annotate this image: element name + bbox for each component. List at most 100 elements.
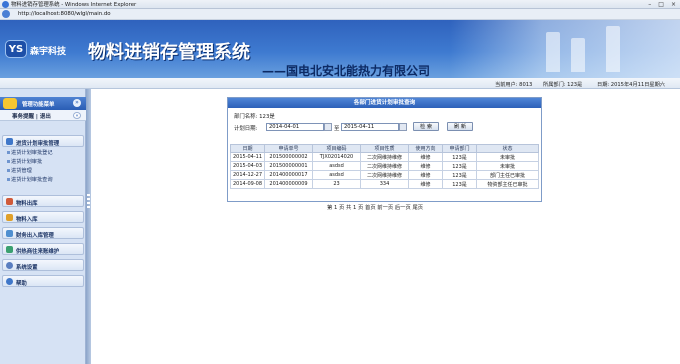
company-name: ——国电北安北能热力有限公司 [262,64,431,78]
cell-item-type: 二次网维持维修 [360,152,409,162]
cell-item-type: 二次网维持维修 [360,170,409,180]
cell-dept: 123是 [442,152,477,162]
sidebar-section-label: 进货计划审批管理 [16,141,60,147]
column-header: 使用方向 [408,144,443,153]
cell-item-code: asdsd [312,161,361,171]
dept-row: 部门名称: 123是 [234,112,275,120]
cell-status: 物资部主任已审批 [476,179,539,189]
calendar-icon[interactable] [399,123,407,131]
sidebar-item-plan-query[interactable]: 进货计划审批查询 [7,176,53,183]
menu-icon [3,98,17,109]
system-title: 物料进销存管理系统 [88,42,250,63]
window-titlebar: 物料进销存管理系统 - Windows Internet Explorer – … [0,0,680,9]
cell-apply-no: 201400000009 [264,179,313,189]
sidebar-item-plan-register[interactable]: 进货计划审批登记 [7,149,53,156]
table-header-row: 日期 申请单号 项目编码 项目性质 使用方向 申请部门 状态 [230,144,539,153]
column-header: 申请单号 [264,144,313,153]
cell-status: 未审批 [476,152,539,162]
table-row[interactable]: 2015-04-11 201500000002 TJX02014020 二次网维… [230,152,539,162]
calendar-icon[interactable] [324,123,332,131]
query-panel: 各部门进货计划审批查询 部门名称: 123是 计划日期: 2014-04-01 … [227,97,542,202]
sidebar-section-settings[interactable]: 系统设置 [2,259,84,271]
tower-decoration [606,26,620,72]
tower-decoration [546,32,560,72]
sidebar-section-supplier[interactable]: 供热商往来账维护 [2,243,84,255]
dept-label: 部门名称: [234,114,258,120]
tower-decoration [571,38,585,72]
browser-icon [2,1,9,8]
sidebar-section-finance[interactable]: 财务出入库管理 [2,227,84,239]
splitter-grip-icon[interactable] [87,194,90,208]
current-date: 日期: 2015年4月11日星期六 [597,82,665,88]
table-row[interactable]: 2015-04-03 201500000001 asdsd 二次网维持维修 维修… [230,161,539,171]
cell-status: 未审批 [476,161,539,171]
search-button[interactable]: 检 索 [413,122,439,131]
main-content: 各部门进货计划审批查询 部门名称: 123是 计划日期: 2014-04-01 … [91,89,680,364]
gear-icon [6,262,13,269]
date-to-separator: 至 [334,126,340,132]
collapse-icon[interactable]: » [73,99,81,107]
cell-apply-no: 201500000001 [264,161,313,171]
date-to-input[interactable]: 2015-04-11 [341,123,399,131]
panel-title: 各部门进货计划审批查询 [228,98,541,108]
sidebar-section-stock-in[interactable]: 物料入库 [2,211,84,223]
finance-icon [6,230,13,237]
table-row[interactable]: 2014-12-27 201400000017 asdsd 二次网维持维修 维修… [230,170,539,180]
cell-dept: 123是 [442,179,477,189]
banner-decoration [450,20,680,78]
cell-dept: 123是 [442,161,477,171]
address-bar: http://localhost:8080/wlgl/main.do [0,9,680,20]
results-table: 日期 申请单号 项目编码 项目性质 使用方向 申请部门 状态 2015-04-1… [230,144,539,189]
column-header: 申请部门 [442,144,477,153]
url-field[interactable]: http://localhost:8080/wlgl/main.do [18,11,111,17]
sidebar-section-purchase-plan[interactable]: 进货计划审批管理 [2,135,84,147]
reminder-logout-links[interactable]: 事务提醒 | 退出 [12,112,51,120]
refresh-button[interactable]: 刷 新 [447,122,473,131]
minimize-button[interactable]: – [648,1,651,8]
cell-usage: 维修 [408,152,443,162]
cell-item-code: 23 [312,179,361,189]
maximize-button[interactable]: □ [658,1,664,8]
cell-apply-no: 201400000017 [264,170,313,180]
column-header: 日期 [230,144,265,153]
folder-icon [6,138,13,145]
cell-item-type: 334 [360,179,409,189]
column-header: 项目编码 [312,144,361,153]
cell-date: 2014-09-08 [230,179,265,189]
sidebar-header-label: 管理功能菜单 [22,102,55,108]
header-banner: YS 森宇科技 物料进销存管理系统 ——国电北安北能热力有限公司 [0,20,680,78]
stock-in-icon [6,214,13,221]
sidebar: 管理功能菜单 » 事务提醒 | 退出 « 进货计划审批管理 进货计划审批登记 进… [0,89,86,364]
sidebar-header: 管理功能菜单 » [0,97,86,110]
cell-date: 2014-12-27 [230,170,265,180]
sidebar-item-purchase-manage[interactable]: 进货管理 [7,167,32,174]
cell-date: 2015-04-11 [230,152,265,162]
supplier-icon [6,246,13,253]
close-button[interactable]: × [671,1,676,8]
info-bar: 当前用户: 8013 所属部门: 123是 日期: 2015年4月11日星期六 [0,78,680,89]
logo-text: 森宇科技 [30,47,67,57]
sidebar-subheader: 事务提醒 | 退出 « [0,110,86,121]
stock-out-icon [6,198,13,205]
cell-item-code: TJX02014020 [312,152,361,162]
dept-value: 123是 [259,114,275,120]
date-from-input[interactable]: 2014-04-01 [266,123,324,131]
date-label: 计划日期: [234,126,258,132]
sidebar-item-plan-approve[interactable]: 进货计划审批 [7,158,42,165]
sidebar-section-help[interactable]: 帮助 [2,275,84,287]
table-row[interactable]: 2014-09-08 201400000009 23 334 维修 123是 物… [230,179,539,189]
column-header: 状态 [476,144,539,153]
window-title: 物料进销存管理系统 - Windows Internet Explorer [11,2,137,8]
cell-usage: 维修 [408,170,443,180]
cell-apply-no: 201500000002 [264,152,313,162]
pagination[interactable]: 第 1 页 共 1 页 首页 前一页 后一页 尾页 [327,203,423,211]
cell-item-type: 二次网维持维修 [360,161,409,171]
sidebar-section-stock-out[interactable]: 物料出库 [2,195,84,207]
cell-dept: 123是 [442,170,477,180]
cell-date: 2015-04-03 [230,161,265,171]
back-icon[interactable] [2,10,10,18]
logo-icon: YS [5,40,27,58]
department: 所属部门: 123是 [543,82,583,88]
cell-item-code: asdsd [312,170,361,180]
expand-icon[interactable]: « [73,112,81,119]
